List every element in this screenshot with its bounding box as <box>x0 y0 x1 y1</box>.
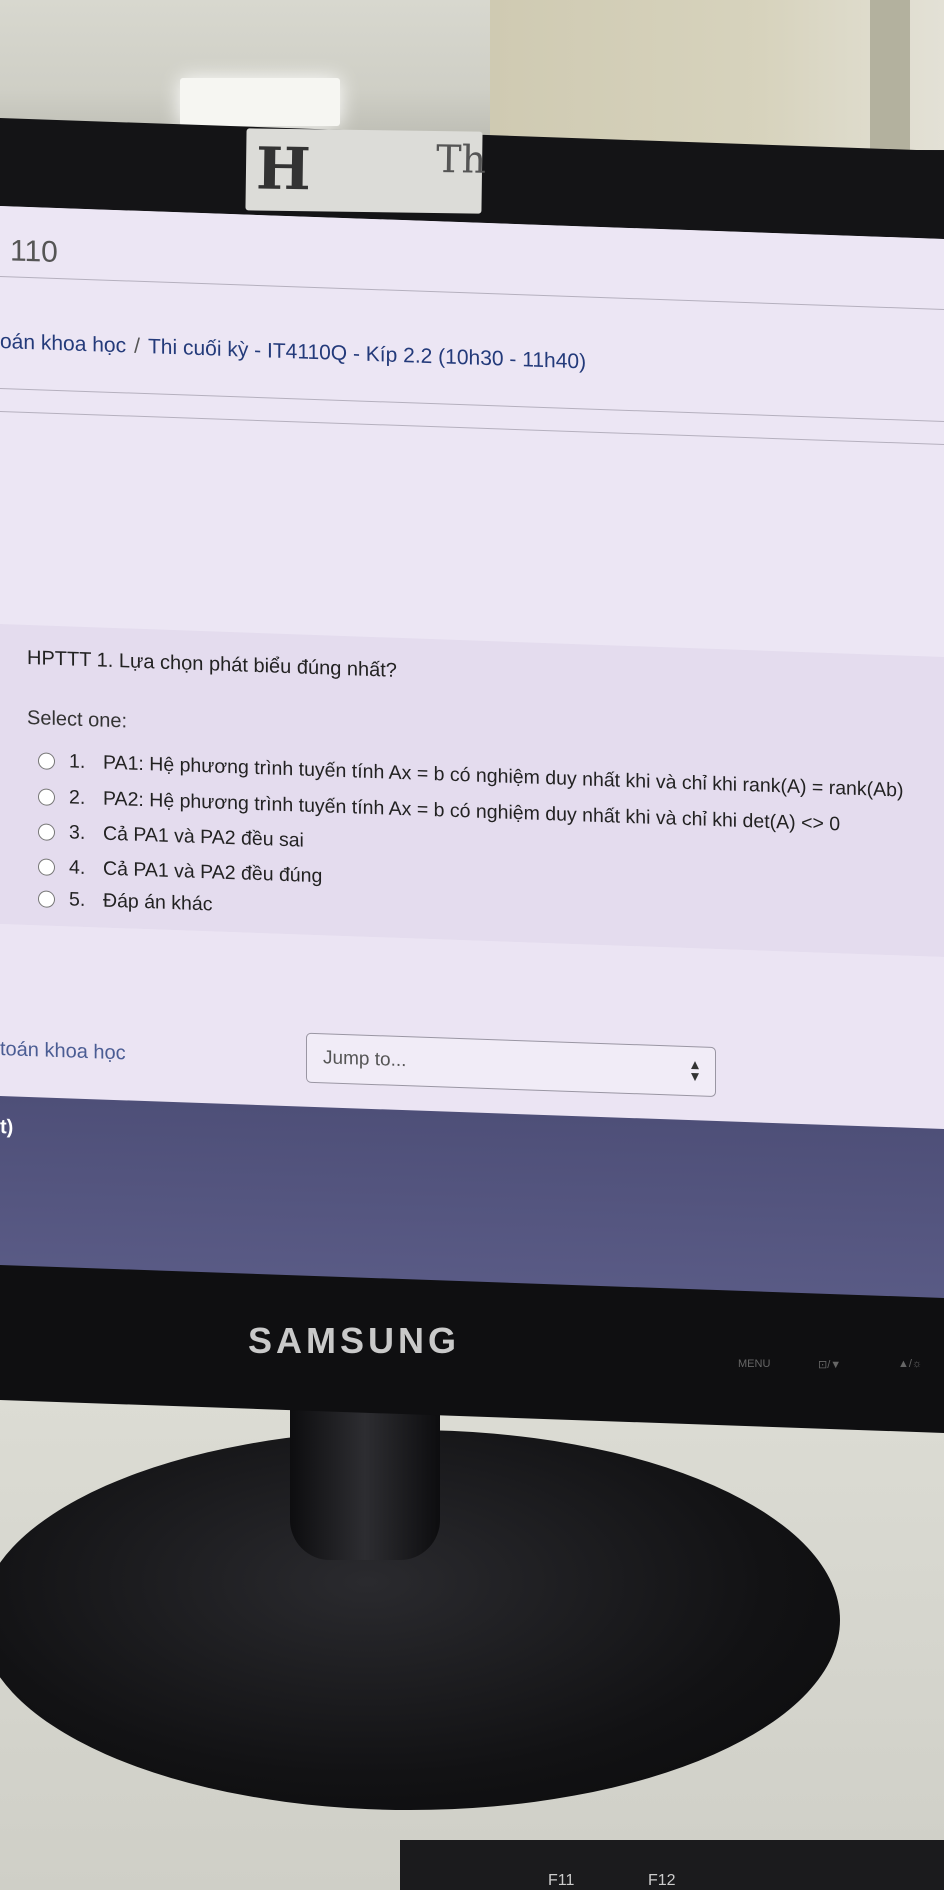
monitor-screen: 110 oán khoa học / Thi cuối kỳ - IT4110Q -… <box>0 206 944 1309</box>
select-caret-icon: ▴ ▾ <box>690 1056 699 1086</box>
brightness-button-label: ▲/☼ <box>898 1358 923 1370</box>
sticker-mark-2: Th <box>435 137 487 182</box>
jump-to-placeholder: Jump to... <box>323 1047 407 1072</box>
option-number: 5. <box>69 888 86 911</box>
monitor-stand-neck <box>290 1390 440 1560</box>
page-title: 110 <box>10 234 58 270</box>
sticker: H Th <box>245 128 486 214</box>
option-number: 3. <box>69 821 86 844</box>
option-label[interactable]: Cả PA1 và PA2 đều đúng <box>103 858 322 889</box>
menu-button-label: MENU <box>738 1358 771 1370</box>
breadcrumb-separator: / <box>134 334 140 358</box>
answer-option[interactable]: 4. Cả PA1 và PA2 đều đúng <box>38 855 322 888</box>
sticker-mark: H <box>255 134 312 204</box>
radio-button[interactable] <box>38 858 55 876</box>
ceiling-light <box>180 78 340 126</box>
radio-button[interactable] <box>38 752 55 770</box>
option-number: 2. <box>69 786 86 809</box>
option-number: 4. <box>69 856 86 879</box>
footer-text: t) <box>0 1116 14 1139</box>
page-header-area: 110 oán khoa học / Thi cuối kỳ - IT4110Q -… <box>0 206 944 659</box>
select-one-label: Select one: <box>27 706 128 733</box>
option-number: 1. <box>69 750 86 773</box>
brand-logo: SAMSUNG <box>248 1320 461 1361</box>
course-link[interactable]: toán khoa học <box>0 1038 126 1065</box>
divider <box>0 276 944 310</box>
key-f11: F11 <box>548 1872 575 1889</box>
option-label[interactable]: Đáp án khác <box>103 890 213 917</box>
source-button-label: ⊡/▼ <box>818 1359 842 1371</box>
radio-button[interactable] <box>38 890 55 908</box>
answer-option[interactable]: 3. Cả PA1 và PA2 đều sai <box>38 820 304 852</box>
radio-button[interactable] <box>38 788 55 806</box>
radio-button[interactable] <box>38 823 55 841</box>
breadcrumb: oán khoa học / Thi cuối kỳ - IT4110Q - Kíp… <box>0 330 586 374</box>
breadcrumb-course-link[interactable]: oán khoa học <box>0 330 126 357</box>
wall-edge <box>870 0 910 150</box>
question-box: HPTTT 1. Lựa chọn phát biểu đúng nhất? S… <box>0 624 944 957</box>
option-label[interactable]: Cả PA1 và PA2 đều sai <box>103 823 304 853</box>
question-text: HPTTT 1. Lựa chọn phát biểu đúng nhất? <box>27 646 397 682</box>
key-f12: F12 <box>648 1872 676 1889</box>
answer-option[interactable]: 5. Đáp án khác <box>38 887 213 916</box>
breadcrumb-current[interactable]: Thi cuối kỳ - IT4110Q - Kíp 2.2 (10h30 -… <box>148 335 586 373</box>
